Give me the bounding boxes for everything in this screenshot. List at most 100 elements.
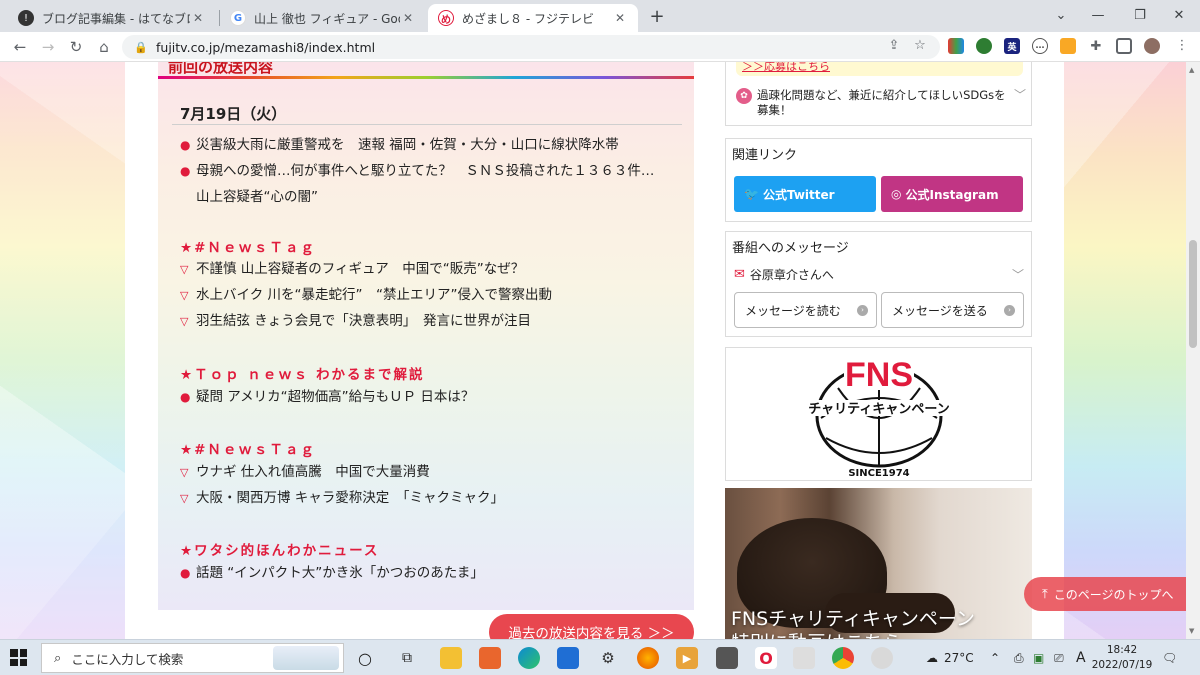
sdgs-icon: ✿ <box>736 88 752 104</box>
news-text: 話題 “インパクト大”かき氷「かつおのあたま」 <box>196 565 484 581</box>
tray-app-icon[interactable]: ⎙ <box>1014 640 1024 675</box>
extension-translate-icon[interactable]: 英 <box>1004 38 1020 54</box>
category-heading: ★ワタシ的ほんわかニュース <box>180 543 380 559</box>
related-links-title: 関連リンク <box>732 148 798 163</box>
news-item[interactable]: ▽ 羽生結弦 きょう会見で「決意表明」 発言に世界が注目 <box>180 308 531 335</box>
side-panel-icon[interactable] <box>1116 38 1132 54</box>
news-item[interactable]: ▽ ウナギ 仕入れ値高騰 中国で大量消費 <box>180 459 430 486</box>
extension-color-icon[interactable] <box>948 38 964 54</box>
taskbar-search-box[interactable]: ⌕ ここに入力して検索 <box>41 643 344 673</box>
rainbow-divider <box>158 76 694 79</box>
past-broadcasts-button[interactable]: 過去の放送内容を見る ＞＞ <box>489 614 694 639</box>
extension-globe-icon[interactable] <box>976 38 992 54</box>
news-text: 大阪・関西万博 キャラ愛称決定 「ミャクミャク」 <box>196 490 505 506</box>
tray-line-icon[interactable]: ▣ <box>1033 640 1044 675</box>
new-tab-button[interactable]: + <box>646 5 668 27</box>
windows-taskbar: ⌕ ここに入力して検索 ○ ⧉ ⚙ ▶ O ☁ 27°C ⌃ ⎙ ▣ ⎚ A 1… <box>0 639 1200 675</box>
office-icon[interactable] <box>479 647 501 669</box>
notes-app-icon[interactable] <box>793 647 815 669</box>
media-player-icon[interactable]: ▶ <box>676 647 698 669</box>
forward-icon[interactable]: → <box>36 35 60 59</box>
extension-chat-icon[interactable]: … <box>1032 38 1048 54</box>
category-heading: ★#ＮｅｗｓＴａｇ <box>180 442 316 458</box>
arrow-circle-icon: › <box>857 304 868 316</box>
close-tab-icon[interactable]: ✕ <box>190 10 206 26</box>
news-item[interactable]: ▽ 不謹慎 山上容疑者のフィギュア 中国で“販売”なぜ？ <box>180 256 524 283</box>
tab-hatena-blog[interactable]: ! ブログ記事編集 - はてなブログ ✕ <box>8 4 216 32</box>
back-icon[interactable]: ← <box>8 35 32 59</box>
triangle-icon: ▽ <box>180 466 189 479</box>
news-item[interactable]: ● 疑問 アメリカ“超物価高”給与もＵＰ 日本は？ <box>180 384 474 410</box>
extension-exif-icon[interactable] <box>1060 38 1076 54</box>
tray-overflow-icon[interactable]: ⌃ <box>990 640 1000 675</box>
store-icon[interactable] <box>557 647 579 669</box>
arrow-up-icon: ⤒ <box>1042 586 1048 602</box>
fns-charity-banner[interactable]: FNS チャリティキャンペーン SINCE1974 <box>725 347 1032 481</box>
app-icon[interactable] <box>716 647 738 669</box>
scrollbar-thumb[interactable] <box>1189 240 1197 348</box>
edge-icon[interactable] <box>518 647 540 669</box>
notifications-icon[interactable]: 🗨 <box>1162 640 1177 675</box>
bullet-icon: ● <box>180 566 191 580</box>
sdgs-accordion[interactable]: ✿ 過疎化問題など、兼近に紹介してほしいSDGsを募集！ ﹀ <box>736 88 1026 118</box>
minimize-icon[interactable]: — <box>1075 0 1121 30</box>
reload-icon[interactable]: ↻ <box>64 35 88 59</box>
news-item[interactable]: ● 災害級大雨に厳重警戒を 速報 福岡・佐賀・大分・山口に線状降水帯 <box>180 132 619 158</box>
tab-google-search[interactable]: G 山上 徹也 フィギュア - Google 検索 ✕ <box>220 4 426 32</box>
share-icon[interactable]: ⇪ <box>884 35 904 55</box>
taskbar-clock[interactable]: 18:42 2022/07/19 <box>1091 643 1153 673</box>
page-top-label: このページのトップへ <box>1053 587 1174 602</box>
scroll-up-icon[interactable]: ▲ <box>1189 66 1194 74</box>
instagram-button[interactable]: ◎ 公式Instagram <box>881 176 1023 212</box>
firefox-icon[interactable] <box>637 647 659 669</box>
ime-indicator[interactable]: A <box>1076 640 1086 675</box>
message-recipient[interactable]: ✉ 谷原章介さんへ ﹀ <box>734 266 1024 283</box>
fns-logo-text: FNS <box>845 356 913 394</box>
news-item[interactable]: ▽ 水上バイク 川を“暴走蛇行” “禁止エリア”侵入で警察出動 <box>180 282 552 309</box>
search-placeholder: ここに入力して検索 <box>71 651 184 667</box>
triangle-icon: ▽ <box>180 289 189 302</box>
send-message-button[interactable]: メッセージを送る › <box>881 292 1024 328</box>
bookmark-star-icon[interactable]: ☆ <box>910 35 930 55</box>
menu-kebab-icon[interactable]: ⋮ <box>1172 35 1192 55</box>
news-text: ウナギ 仕入れ値高騰 中国で大量消費 <box>196 464 430 480</box>
close-tab-icon[interactable]: ✕ <box>400 10 416 26</box>
read-message-button[interactable]: メッセージを読む › <box>734 292 877 328</box>
scroll-down-icon[interactable]: ▼ <box>1189 627 1194 635</box>
close-tab-icon[interactable]: ✕ <box>612 10 628 26</box>
fns-logo-since: SINCE1974 <box>848 468 909 479</box>
task-view-icon[interactable]: ⧉ <box>396 647 418 669</box>
close-window-icon[interactable]: ✕ <box>1156 0 1200 30</box>
category-heading: ★#ＮｅｗｓＴａｇ <box>180 240 316 256</box>
opera-icon[interactable]: O <box>755 647 777 669</box>
file-explorer-icon[interactable] <box>440 647 462 669</box>
chrome-icon[interactable] <box>832 647 854 669</box>
twitter-button[interactable]: 🐦 公式Twitter <box>734 176 876 212</box>
weather-widget[interactable]: ☁ 27°C <box>926 640 974 675</box>
news-text: 水上バイク 川を“暴走蛇行” “禁止エリア”侵入で警察出動 <box>196 287 552 303</box>
news-item[interactable]: ▽ 大阪・関西万博 キャラ愛称決定 「ミャクミャク」 <box>180 485 504 512</box>
hatena-favicon-icon: ! <box>18 10 34 26</box>
tab-strip: ! ブログ記事編集 - はてなブログ ✕ G 山上 徹也 フィギュア - Goo… <box>0 0 1200 32</box>
related-links-card: 関連リンク 🐦 公式Twitter ◎ 公式Instagram <box>725 138 1032 222</box>
page-scrollbar[interactable]: ▲ ▼ <box>1186 62 1200 639</box>
chrome-profile-icon[interactable] <box>871 647 893 669</box>
charity-photo-banner[interactable]: FNSチャリティキャンペーン 特別に動画はこちら <box>725 488 1032 639</box>
settings-gear-icon[interactable]: ⚙ <box>597 647 619 669</box>
address-bar[interactable]: 🔒 fujitv.co.jp/mezamashi8/index.html <box>122 35 940 59</box>
bullet-icon: ● <box>180 390 191 404</box>
home-icon[interactable]: ⌂ <box>92 35 116 59</box>
apply-link[interactable]: ＞＞応募はこちら <box>736 62 1023 76</box>
tab-mezamashi8[interactable]: め めざまし８ - フジテレビ ✕ <box>428 4 638 32</box>
page-top-button[interactable]: ⤒ このページのトップへ <box>1024 577 1186 611</box>
news-item[interactable]: ● 母親への愛憎…何が事件へと駆り立てた？ ＳＮＳ投稿された１３６３件… 山上容疑… <box>180 158 654 210</box>
windows-start-icon[interactable] <box>10 649 27 666</box>
google-favicon-icon: G <box>230 10 246 26</box>
news-item[interactable]: ● 話題 “インパクト大”かき氷「かつおのあたま」 <box>180 560 484 586</box>
triangle-icon: ▽ <box>180 315 189 328</box>
cortana-icon[interactable]: ○ <box>354 647 376 669</box>
extensions-puzzle-icon[interactable]: ✚ <box>1088 38 1104 54</box>
profile-avatar[interactable] <box>1144 38 1160 54</box>
broadcast-content: 前回の放送内容 7月19日（火） ● 災害級大雨に厳重警戒を 速報 福岡・佐賀・大… <box>158 62 694 610</box>
network-icon[interactable]: ⎚ <box>1054 640 1064 675</box>
